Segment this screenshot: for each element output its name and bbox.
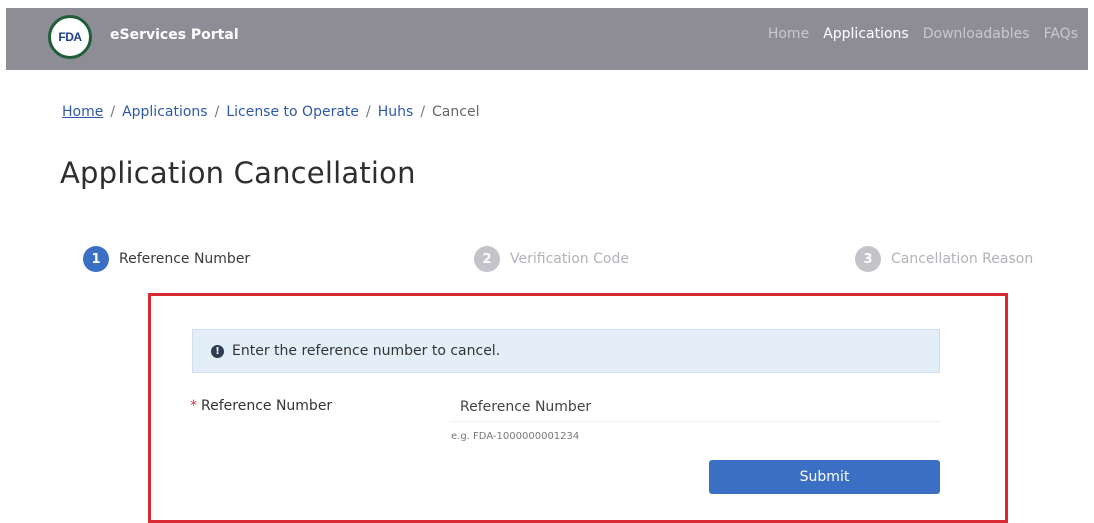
required-asterisk: * — [190, 398, 197, 414]
breadcrumb-cancel: Cancel — [432, 104, 480, 120]
logo-text: FDA — [58, 30, 82, 44]
brand-title[interactable]: eServices Portal — [110, 27, 239, 43]
nav-faqs[interactable]: FAQs — [1044, 26, 1078, 42]
nav-downloadables[interactable]: Downloadables — [923, 26, 1030, 42]
reference-number-input[interactable] — [450, 392, 940, 422]
breadcrumb-separator: / — [214, 104, 220, 120]
info-icon: ! — [211, 344, 224, 358]
breadcrumb-applications[interactable]: Applications — [122, 104, 208, 120]
breadcrumb-separator: / — [366, 104, 371, 120]
breadcrumb: Home / Applications / License to Operate… — [62, 104, 479, 120]
fda-logo[interactable]: FDA — [48, 15, 92, 59]
step-label: Reference Number — [119, 251, 251, 267]
step-number-badge: 1 — [83, 246, 109, 272]
step-cancellation-reason: 3 Cancellation Reason — [855, 246, 1033, 272]
submit-button[interactable]: Submit — [709, 460, 940, 494]
stepper: 1 Reference Number 2 Verification Code 3… — [0, 246, 1094, 276]
info-alert: ! Enter the reference number to cancel. — [192, 329, 940, 373]
navbar: FDA eServices Portal Home Applications D… — [6, 8, 1088, 70]
breadcrumb-license-to-operate[interactable]: License to Operate — [226, 104, 359, 120]
breadcrumb-huhs[interactable]: Huhs — [378, 104, 414, 120]
main-nav: Home Applications Downloadables FAQs — [768, 26, 1078, 42]
breadcrumb-separator: / — [110, 104, 116, 120]
info-message: Enter the reference number to cancel. — [232, 343, 501, 359]
step-label: Verification Code — [510, 251, 629, 267]
step-verification-code: 2 Verification Code — [474, 246, 629, 272]
nav-home[interactable]: Home — [768, 26, 809, 42]
step-label: Cancellation Reason — [891, 251, 1034, 267]
step-number-badge: 3 — [855, 246, 881, 272]
reference-number-label: * Reference Number — [190, 398, 332, 414]
breadcrumb-separator: / — [420, 104, 426, 120]
step-number-badge: 2 — [474, 246, 500, 272]
nav-applications[interactable]: Applications — [823, 26, 909, 42]
reference-number-hint: e.g. FDA-1000000001234 — [451, 431, 580, 442]
page-title: Application Cancellation — [60, 156, 416, 190]
step-reference-number: 1 Reference Number — [83, 246, 250, 272]
breadcrumb-home[interactable]: Home — [62, 104, 103, 120]
field-label-text: Reference Number — [201, 398, 333, 414]
